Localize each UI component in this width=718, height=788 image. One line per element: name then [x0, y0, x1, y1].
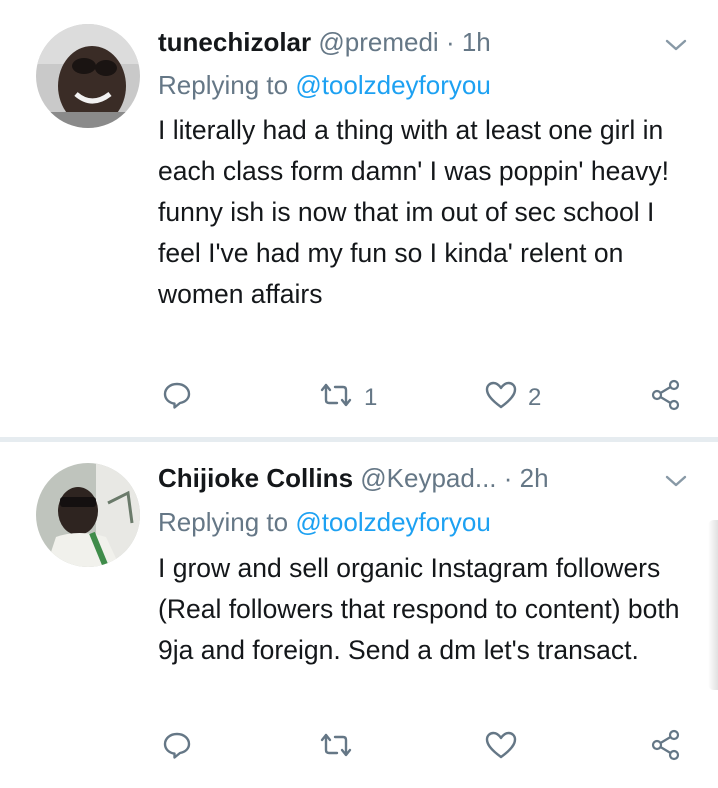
retweet-icon: [318, 380, 354, 417]
tweet-actions: [0, 728, 718, 768]
display-name[interactable]: tunechizolar: [158, 27, 311, 57]
heart-icon: [484, 380, 518, 417]
tweet-text: I grow and sell organic Instagram follow…: [158, 553, 680, 665]
separator-dot: ·: [445, 27, 455, 57]
tweet[interactable]: Chijioke Collins @Keypad... · 2h Replyin…: [0, 442, 718, 788]
avatar[interactable]: [36, 463, 140, 567]
replying-to-label: Replying to: [158, 507, 296, 537]
mention-link[interactable]: @toolzdeyforyou: [295, 507, 491, 537]
retweet-count: 1: [364, 384, 378, 411]
user-handle[interactable]: @Keypad...: [360, 463, 496, 493]
replying-to-label: Replying to: [158, 70, 296, 100]
retweet-button[interactable]: 1: [318, 378, 377, 418]
reply-button[interactable]: [162, 378, 192, 418]
share-icon: [650, 729, 682, 768]
share-button[interactable]: [650, 728, 682, 768]
display-name[interactable]: Chijioke Collins: [158, 463, 353, 493]
tweet[interactable]: tunechizolar @premedi · 1h Replying to @…: [0, 0, 718, 440]
tweet-text: I literally had a thing with at least on…: [158, 115, 669, 309]
chevron-down-icon[interactable]: [664, 36, 688, 54]
tweet-header: Chijioke Collins @Keypad... · 2h: [158, 462, 648, 494]
like-count: 2: [528, 384, 542, 411]
separator-dot: ·: [503, 463, 513, 493]
tweet-actions: 1 2: [0, 378, 718, 418]
reply-icon: [162, 730, 192, 767]
timestamp[interactable]: 2h: [520, 463, 549, 493]
reply-icon: [162, 380, 192, 417]
timestamp[interactable]: 1h: [462, 27, 491, 57]
replying-to: Replying to @toolzdeyforyou: [158, 506, 491, 538]
retweet-icon: [318, 730, 354, 767]
mention-link[interactable]: @toolzdeyforyou: [295, 70, 491, 100]
scroll-edge-shadow: [708, 520, 718, 690]
like-button[interactable]: 2: [484, 378, 541, 418]
avatar[interactable]: [36, 24, 140, 128]
share-icon: [650, 379, 682, 418]
replying-to: Replying to @toolzdeyforyou: [158, 69, 491, 101]
retweet-button[interactable]: [318, 728, 354, 768]
reply-button[interactable]: [162, 728, 192, 768]
heart-icon: [484, 730, 518, 767]
chevron-down-icon[interactable]: [664, 472, 688, 490]
share-button[interactable]: [650, 378, 682, 418]
tweet-header: tunechizolar @premedi · 1h: [158, 26, 648, 58]
like-button[interactable]: [484, 728, 518, 768]
user-handle[interactable]: @premedi: [318, 27, 438, 57]
